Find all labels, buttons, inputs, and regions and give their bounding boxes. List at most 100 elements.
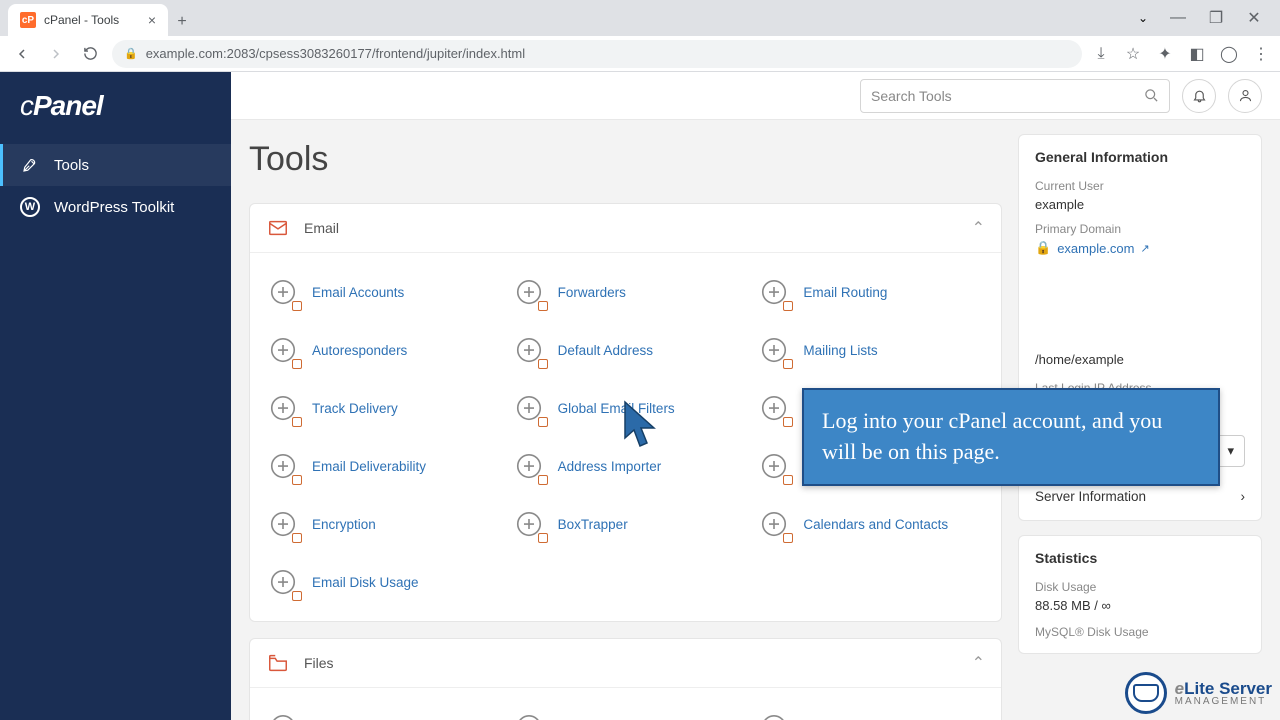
tool-label: Email Accounts: [312, 285, 404, 300]
notifications-button[interactable]: [1182, 79, 1216, 113]
tool-label: Email Deliverability: [312, 459, 426, 474]
tool-item[interactable]: Email Routing: [751, 265, 991, 319]
chevron-down-icon[interactable]: ⌄: [1138, 11, 1148, 25]
tool-icon: [757, 333, 791, 367]
tool-item[interactable]: Calendars and Contacts: [751, 497, 991, 551]
tool-item[interactable]: Mailing Lists: [751, 323, 991, 377]
tool-item[interactable]: Directory Privacy: [751, 700, 991, 720]
tool-item[interactable]: Email Disk Usage: [260, 555, 500, 609]
browser-tab-strip: cP cPanel - Tools × + ⌄ — ❐ ✕: [0, 0, 1280, 36]
cpanel-logo: cPanel: [0, 90, 231, 144]
tool-label: Calendars and Contacts: [803, 517, 948, 532]
folder-icon: [266, 651, 290, 675]
tool-icon: [512, 449, 546, 483]
maximize-button[interactable]: ❐: [1198, 4, 1234, 32]
tool-label: Global Email Filters: [558, 401, 675, 416]
tool-icon: [266, 565, 300, 599]
panel-title: Email: [304, 220, 339, 236]
install-icon[interactable]: ⤓: [1092, 45, 1110, 63]
server-information-link[interactable]: Server Information ›: [1035, 483, 1245, 506]
current-user-label: Current User: [1035, 179, 1245, 193]
tool-icon: [757, 391, 791, 425]
tool-icon: [757, 275, 791, 309]
tool-label: Email Disk Usage: [312, 575, 419, 590]
sidebar-item-wordpress[interactable]: W WordPress Toolkit: [0, 186, 231, 228]
tool-icon: [512, 507, 546, 541]
tool-icon: [512, 333, 546, 367]
tool-icon: [266, 333, 300, 367]
chevron-up-icon: ⌃: [972, 218, 985, 238]
disk-usage-label: Disk Usage: [1035, 580, 1245, 594]
tool-label: Track Delivery: [312, 401, 398, 416]
bookmark-icon[interactable]: ☆: [1124, 44, 1142, 64]
tool-item[interactable]: Forwarders: [506, 265, 746, 319]
primary-domain-link[interactable]: example.com: [1057, 241, 1134, 256]
lock-icon: 🔒: [124, 47, 138, 60]
tool-item[interactable]: File Manager: [260, 700, 500, 720]
tool-icon: [266, 507, 300, 541]
chevron-up-icon: ⌃: [972, 653, 985, 673]
tool-label: Address Importer: [558, 459, 662, 474]
external-link-icon[interactable]: ↗: [1141, 242, 1150, 255]
primary-domain-value: 🔒 example.com ↗: [1035, 240, 1245, 256]
extensions-icon[interactable]: ✦: [1156, 44, 1174, 64]
tool-item[interactable]: Address Importer: [506, 439, 746, 493]
tools-icon: [20, 155, 40, 175]
tool-icon: [266, 449, 300, 483]
disk-usage-value: 88.58 MB / ∞: [1035, 598, 1245, 613]
close-window-button[interactable]: ✕: [1236, 4, 1272, 32]
search-icon: [1144, 88, 1159, 103]
address-bar[interactable]: 🔒 example.com:2083/cpsess3083260177/fron…: [112, 40, 1082, 68]
profile-icon[interactable]: ◯: [1220, 44, 1238, 64]
tool-item[interactable]: Autoresponders: [260, 323, 500, 377]
tool-item[interactable]: Encryption: [260, 497, 500, 551]
panel-header-email[interactable]: Email ⌃: [250, 204, 1001, 253]
tool-icon: [512, 391, 546, 425]
statistics-panel: Statistics Disk Usage 88.58 MB / ∞ MySQL…: [1018, 535, 1262, 654]
panel-header-files[interactable]: Files ⌃: [250, 639, 1001, 688]
new-tab-button[interactable]: +: [168, 8, 196, 36]
tool-item[interactable]: Default Address: [506, 323, 746, 377]
search-input[interactable]: Search Tools: [860, 79, 1170, 113]
tool-icon: [512, 710, 546, 720]
tool-label: Default Address: [558, 343, 653, 358]
topbar: Search Tools: [231, 72, 1280, 120]
reload-button[interactable]: [78, 42, 102, 66]
tool-icon: [266, 710, 300, 720]
dropdown-icon: ▾: [1227, 443, 1234, 459]
mysql-disk-label: MySQL® Disk Usage: [1035, 625, 1245, 639]
tool-item[interactable]: Global Email Filters: [506, 381, 746, 435]
tool-label: Mailing Lists: [803, 343, 877, 358]
watermark-logo-icon: [1125, 672, 1167, 714]
sidepanel-icon[interactable]: ◧: [1188, 44, 1206, 64]
tool-item[interactable]: BoxTrapper: [506, 497, 746, 551]
tool-label: Email Routing: [803, 285, 887, 300]
tool-item[interactable]: Email Deliverability: [260, 439, 500, 493]
tool-label: Forwarders: [558, 285, 626, 300]
search-placeholder: Search Tools: [871, 88, 952, 104]
tool-item[interactable]: Email Accounts: [260, 265, 500, 319]
sidebar-item-label: WordPress Toolkit: [54, 199, 174, 216]
forward-button[interactable]: [44, 42, 68, 66]
tool-label: BoxTrapper: [558, 517, 628, 532]
close-tab-icon[interactable]: ×: [148, 12, 156, 28]
minimize-button[interactable]: —: [1160, 4, 1196, 32]
tutorial-callout: Log into your cPanel account, and you wi…: [802, 388, 1220, 486]
email-icon: [266, 216, 290, 240]
info-title: General Information: [1035, 149, 1245, 165]
home-directory: /home/example: [1035, 352, 1245, 367]
menu-icon[interactable]: ⋮: [1252, 44, 1270, 64]
tool-item[interactable]: Images: [506, 700, 746, 720]
page-title: Tools: [249, 140, 1002, 179]
tool-icon: [757, 710, 791, 720]
browser-tab[interactable]: cP cPanel - Tools ×: [8, 4, 168, 36]
tool-label: Autoresponders: [312, 343, 407, 358]
url-text: example.com:2083/cpsess3083260177/fronte…: [146, 46, 525, 61]
current-user-value: example: [1035, 197, 1245, 212]
sidebar-item-label: Tools: [54, 157, 89, 174]
sidebar-item-tools[interactable]: Tools: [0, 144, 231, 186]
chevron-right-icon: ›: [1241, 489, 1246, 504]
user-menu-button[interactable]: [1228, 79, 1262, 113]
tool-item[interactable]: Track Delivery: [260, 381, 500, 435]
back-button[interactable]: [10, 42, 34, 66]
